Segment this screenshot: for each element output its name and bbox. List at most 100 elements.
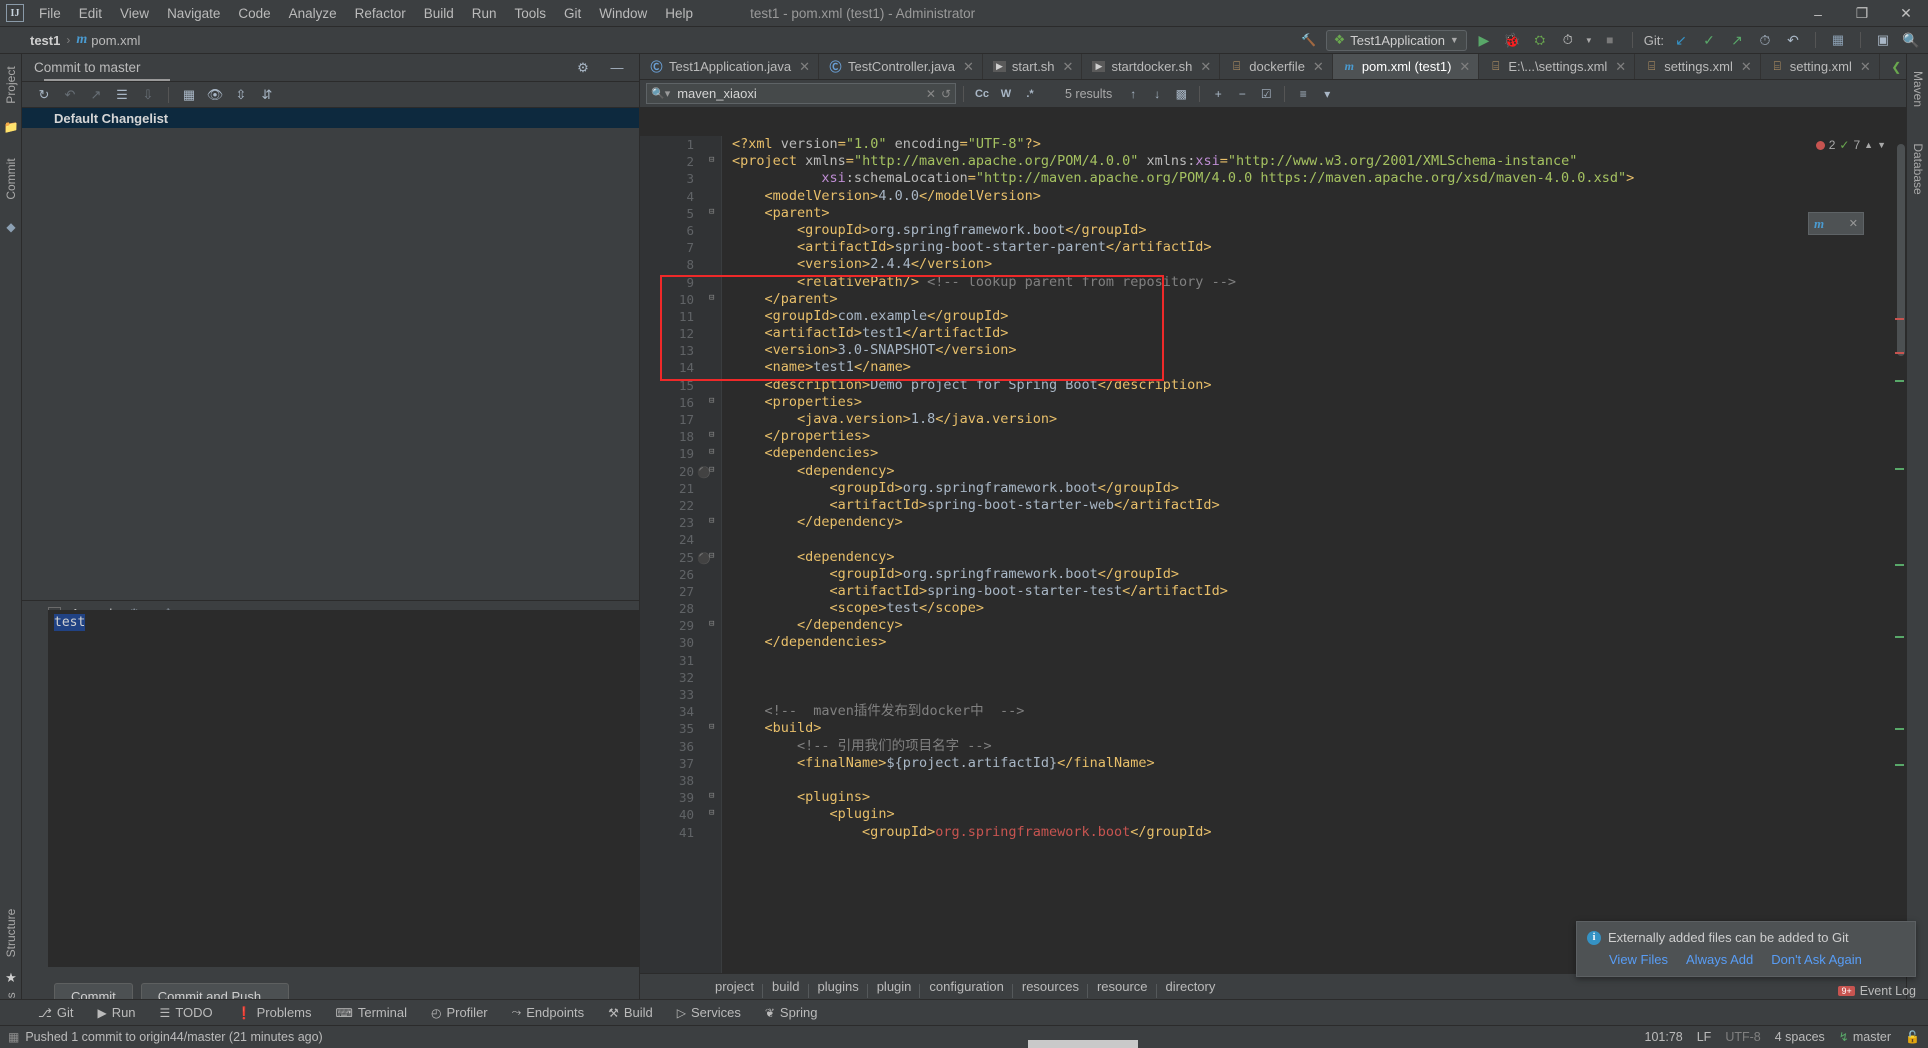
code-line[interactable]: 26 <groupId>org.springframework.boot</gr…	[640, 566, 1906, 583]
commit-settings-gear-icon[interactable]: ⚙	[571, 57, 595, 79]
xml-breadcrumb-item[interactable]: resources	[1013, 979, 1089, 998]
breadcrumb-file[interactable]: m pom.xml	[72, 32, 144, 48]
git-rollback-icon[interactable]: ↶	[1782, 30, 1804, 50]
close-button[interactable]: ✕	[1884, 0, 1928, 27]
code-line[interactable]: 8 <version>2.4.4</version>	[640, 256, 1906, 273]
code-fold-toggle[interactable]: ⊟	[709, 396, 719, 407]
editor-tab[interactable]: ❮app⌄	[1880, 54, 1906, 79]
group-by-icon[interactable]: ▦	[177, 84, 201, 106]
bottom-tool-run[interactable]: ▶ Run	[85, 1005, 147, 1020]
change-marker[interactable]	[1895, 380, 1904, 382]
code-fold-toggle[interactable]: ⊟	[709, 431, 719, 441]
add-occurrence-icon[interactable]: ☑	[1255, 84, 1277, 104]
code-line[interactable]: 12 <artifactId>test1</artifactId>	[640, 325, 1906, 342]
code-line[interactable]: 29 ⊟ </dependency>	[640, 617, 1906, 634]
breadcrumb-project[interactable]: test1	[26, 33, 64, 48]
file-encoding[interactable]: UTF-8	[1725, 1030, 1760, 1044]
menu-analyze[interactable]: Analyze	[280, 3, 346, 24]
code-line[interactable]: 4 <modelVersion>4.0.0</modelVersion>	[640, 188, 1906, 205]
code-line[interactable]: 22 <artifactId>spring-boot-starter-web</…	[640, 497, 1906, 514]
preview-diff-icon[interactable]: 👁	[203, 84, 227, 106]
code-line[interactable]: 18 ⊟ </properties>	[640, 428, 1906, 445]
find-open-in-window-icon[interactable]: ▩	[1170, 84, 1192, 104]
code-line[interactable]: 24	[640, 531, 1906, 548]
settings-icon[interactable]: ▣	[1872, 30, 1894, 50]
code-line[interactable]: 13 <version>3.0-SNAPSHOT</version>	[640, 342, 1906, 359]
commit-tab-title[interactable]: Commit to master	[22, 54, 153, 81]
sidebar-item-maven[interactable]: Maven	[1907, 60, 1928, 120]
menu-edit[interactable]: Edit	[70, 3, 111, 24]
regex-toggle[interactable]: .*	[1019, 84, 1041, 104]
code-fold-toggle[interactable]: ⊟	[709, 156, 719, 166]
menu-code[interactable]: Code	[229, 3, 279, 24]
code-line[interactable]: 6 <groupId>org.springframework.boot</gro…	[640, 222, 1906, 239]
find-clear-icon[interactable]: ✕	[926, 87, 936, 101]
xml-breadcrumb-item[interactable]: project	[706, 979, 764, 998]
code-line[interactable]: 14 <name>test1</name>	[640, 359, 1906, 376]
editor-tab-close-icon[interactable]: ✕	[1459, 59, 1470, 75]
bottom-tool-services[interactable]: ▷ Services	[665, 1005, 753, 1020]
find-history-icon[interactable]: ↺	[941, 87, 951, 101]
code-line[interactable]: 38	[640, 772, 1906, 789]
editor-tab[interactable]: ⌸ setting.xml ✕	[1761, 54, 1880, 79]
build-hammer-icon[interactable]: 🔨	[1298, 30, 1320, 50]
words-toggle[interactable]: W	[995, 84, 1017, 104]
maven-reimport-chip[interactable]: m ✕	[1808, 212, 1864, 235]
search-everywhere-icon[interactable]: 🔍	[1900, 30, 1922, 50]
code-line[interactable]: 15 <description>Demo project for Spring …	[640, 377, 1906, 394]
bottom-tool-build[interactable]: ⚒ Build	[596, 1005, 665, 1020]
code-fold-toggle[interactable]: ⊟	[709, 448, 719, 458]
bottom-tool-spring[interactable]: ❦ Spring	[753, 1005, 830, 1020]
code-line[interactable]: 17 <java.version>1.8</java.version>	[640, 411, 1906, 428]
line-separator[interactable]: LF	[1697, 1030, 1712, 1044]
project-folder-icon[interactable]: 📁	[0, 120, 22, 142]
status-message[interactable]: Pushed 1 commit to origin44/master (21 m…	[25, 1030, 322, 1044]
code-line[interactable]: 30 </dependencies>	[640, 634, 1906, 651]
change-marker[interactable]	[1895, 764, 1904, 766]
xml-breadcrumb-item[interactable]: build	[763, 979, 809, 998]
editor-tab-close-icon[interactable]: ✕	[963, 59, 974, 75]
bottom-tool-profiler[interactable]: ◴ Profiler	[419, 1005, 500, 1020]
find-input[interactable]	[675, 85, 921, 102]
editor-tab[interactable]: ⌸ E:\...\settings.xml ✕	[1479, 54, 1636, 79]
code-line[interactable]: 34 <!-- maven插件发布到docker中 -->	[640, 703, 1906, 720]
editor-tab-close-icon[interactable]: ✕	[1200, 59, 1211, 75]
maximize-button[interactable]: ❐	[1840, 0, 1884, 27]
xml-breadcrumb-item[interactable]: configuration	[920, 979, 1014, 998]
editor-tab[interactable]: ⌸ settings.xml ✕	[1635, 54, 1761, 79]
menu-file[interactable]: File	[30, 3, 70, 24]
project-structure-icon[interactable]: ▦	[1827, 30, 1849, 50]
refresh-changes-icon[interactable]: ↻	[32, 84, 56, 106]
code-line[interactable]: 32	[640, 669, 1906, 686]
code-line[interactable]: 9 <relativePath/> <!-- lookup parent fro…	[640, 274, 1906, 291]
code-line[interactable]: 21 <groupId>org.springframework.boot</gr…	[640, 480, 1906, 497]
menu-refactor[interactable]: Refactor	[346, 3, 415, 24]
bottom-tool-terminal[interactable]: ⌨ Terminal	[324, 1005, 419, 1020]
notification-action-view-files[interactable]: View Files	[1609, 952, 1668, 967]
find-next-icon[interactable]: ↓	[1146, 84, 1168, 104]
menu-build[interactable]: Build	[415, 3, 463, 24]
code-line[interactable]: 35 ⊟ <build>	[640, 720, 1906, 737]
editor-tab[interactable]: ▶ startdocker.sh ✕	[1082, 54, 1221, 79]
profiler-dropdown-icon[interactable]: ▼	[1585, 36, 1593, 45]
unlock-icon[interactable]: 🔓	[1905, 1030, 1920, 1044]
code-fold-toggle[interactable]: ⊟	[709, 517, 719, 527]
editor-tab[interactable]: m pom.xml (test1) ✕	[1332, 54, 1480, 79]
error-marker[interactable]	[1895, 352, 1904, 354]
sidebar-item-database[interactable]: Database	[1907, 132, 1928, 212]
code-fold-toggle[interactable]: ⊟	[709, 207, 719, 218]
find-previous-icon[interactable]: ↑	[1122, 84, 1144, 104]
favorites-star-icon[interactable]: ★	[0, 970, 22, 992]
editor-tab-close-icon[interactable]: ✕	[799, 59, 810, 75]
minimize-button[interactable]: –	[1796, 0, 1840, 27]
profiler-button[interactable]: ⏱	[1557, 30, 1579, 50]
code-line[interactable]: 11 <groupId>com.example</groupId>	[640, 308, 1906, 325]
remove-occurrence-icon[interactable]: −	[1231, 84, 1253, 104]
editor-scrollbar-thumb[interactable]	[1897, 144, 1905, 356]
code-line[interactable]: 2 ⊟ <project xmlns="http://maven.apache.or…	[640, 153, 1906, 170]
code-fold-toggle[interactable]: ⊟	[709, 551, 719, 562]
code-line[interactable]: 37 <finalName>${project.artifactId}</fin…	[640, 755, 1906, 772]
notification-action-don-t-ask-again[interactable]: Don't Ask Again	[1771, 952, 1862, 967]
code-line[interactable]: 5 ⊟ <parent>	[640, 205, 1906, 222]
inspections-chevron-down-icon[interactable]: ▼	[1877, 140, 1886, 150]
